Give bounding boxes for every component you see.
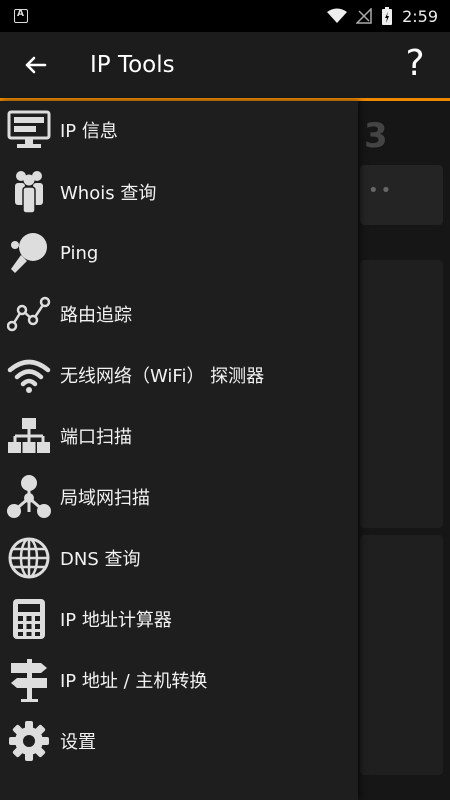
help-button[interactable]: ? <box>400 44 430 84</box>
people-icon <box>6 169 52 215</box>
wifi-icon <box>6 352 52 398</box>
battery-icon <box>382 7 393 25</box>
menu-item-label: IP 信息 <box>60 121 118 142</box>
app-notification-icon: A <box>14 9 28 23</box>
menu-item-ip-info[interactable]: IP 信息 <box>0 101 358 159</box>
lan-icon <box>6 474 52 520</box>
app-bar: IP Tools ? <box>0 32 450 98</box>
page-title: IP Tools <box>90 52 175 78</box>
menu-item-label: Ping <box>60 242 99 264</box>
menu-item-label: 端口扫描 <box>60 427 132 448</box>
menu-item-label: 无线网络（WiFi） 探测器 <box>60 366 265 387</box>
menu-item-label: 路由追踪 <box>60 305 132 326</box>
background-partial-text: 3 <box>364 116 388 156</box>
back-button[interactable] <box>18 50 52 80</box>
menu-item-label: 局域网扫描 <box>60 488 150 509</box>
menu-item-label: 设置 <box>60 732 96 753</box>
menu-item-label: IP 地址 / 主机转换 <box>60 671 208 692</box>
ping-pong-icon <box>6 230 52 276</box>
monitor-icon <box>6 107 52 153</box>
clock: 2:59 <box>402 6 438 26</box>
wifi-signal-icon <box>327 8 348 23</box>
menu-item-label: Whois 查询 <box>60 183 157 204</box>
status-bar: A 2:59 <box>0 0 450 32</box>
network-ports-icon <box>6 413 52 459</box>
background-dots: •• <box>368 180 394 201</box>
calculator-icon <box>6 596 52 642</box>
menu-item-dns-lookup[interactable]: DNS 查询 <box>0 529 358 587</box>
gear-icon <box>6 718 52 764</box>
status-icons: 2:59 <box>327 4 438 28</box>
menu-item-label: IP 地址计算器 <box>60 610 172 631</box>
menu-item-traceroute[interactable]: 路由追踪 <box>0 285 358 343</box>
menu-item-ip-host-converter[interactable]: IP 地址 / 主机转换 <box>0 651 358 709</box>
menu-item-ip-calculator[interactable]: IP 地址计算器 <box>0 590 358 648</box>
arrow-left-icon <box>25 56 47 74</box>
globe-icon <box>6 535 52 581</box>
menu-item-lan-scanner[interactable]: 局域网扫描 <box>0 468 358 526</box>
menu-item-port-scanner[interactable]: 端口扫描 <box>0 407 358 465</box>
menu-item-label: DNS 查询 <box>60 549 141 570</box>
cell-signal-icon <box>356 8 372 24</box>
background-card <box>360 535 443 775</box>
menu-item-whois[interactable]: Whois 查询 <box>0 163 358 221</box>
navigation-drawer: IP 信息 Whois 查询 Ping 路由追踪 无线网络（WiFi） 探测器 … <box>0 101 358 800</box>
menu-item-ping[interactable]: Ping <box>0 224 358 282</box>
route-icon <box>6 291 52 337</box>
background-card <box>360 260 443 528</box>
signpost-icon <box>6 657 52 703</box>
menu-item-settings[interactable]: 设置 <box>0 712 358 770</box>
menu-item-wifi-scanner[interactable]: 无线网络（WiFi） 探测器 <box>0 346 358 404</box>
